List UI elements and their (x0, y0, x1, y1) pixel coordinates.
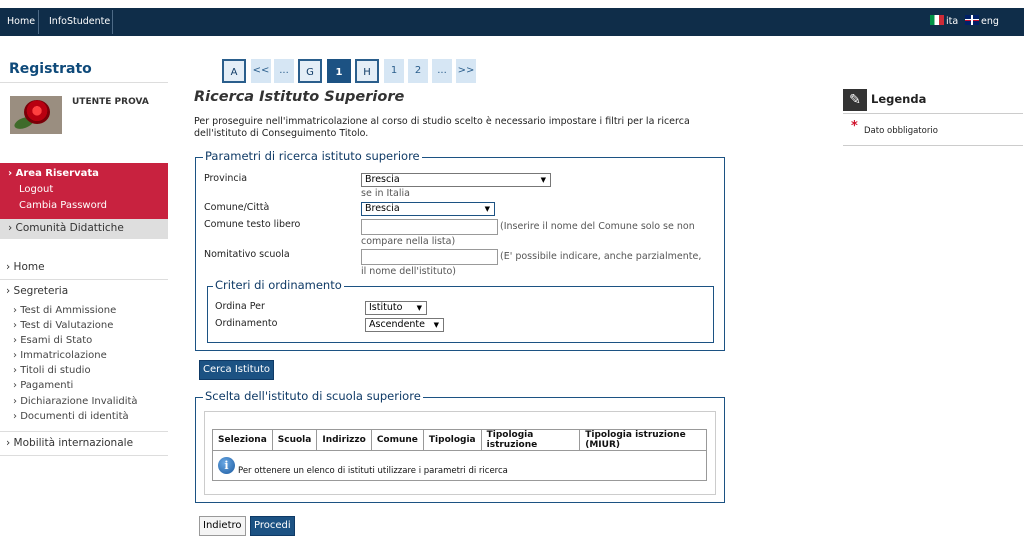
ordina-per-value: Istituto (369, 302, 403, 313)
sidebar-item-mobilita[interactable]: › Mobilità internazionale (6, 437, 133, 449)
ordina-per-label: Ordina Per (215, 301, 265, 312)
nav-separator (38, 10, 39, 34)
comune-value: Brescia (365, 203, 400, 214)
column-header: Scuola (271, 429, 318, 451)
column-header: Tipologia (422, 429, 482, 451)
logout-link[interactable]: Logout (19, 184, 53, 195)
pager-item-1[interactable]: 1 (384, 59, 404, 83)
ordina-per-select[interactable]: Istituto ▼ (365, 301, 427, 315)
italy-flag-icon (930, 15, 944, 25)
dropdown-arrow-icon: ▼ (540, 176, 546, 184)
divider (0, 455, 168, 456)
ordinamento-fieldset (207, 286, 714, 343)
avatar (10, 96, 62, 134)
comune-libero-label: Comune testo libero (204, 219, 301, 230)
sidebar-subitem-titoli-studio[interactable]: › Titoli di studio (13, 365, 91, 376)
sidebar-subitem-dichiarazione-invalidita[interactable]: › Dichiarazione Invalidità (13, 396, 138, 407)
nav-separator (112, 10, 113, 34)
divider (0, 431, 168, 432)
pager-prev[interactable]: << (251, 59, 271, 83)
ordinamento-legend: Criteri di ordinamento (213, 278, 344, 292)
pager-next[interactable]: >> (456, 59, 476, 83)
comune-libero-hint-2: compare nella lista) (361, 236, 456, 247)
nominativo-label: Nomitativo scuola (204, 249, 290, 260)
comune-libero-hint: (Inserire il nome del Comune solo se non (500, 221, 695, 232)
indietro-button[interactable]: Indietro (199, 516, 246, 536)
lang-en-link[interactable]: eng (965, 15, 999, 27)
divider (0, 82, 168, 83)
pager-ellipsis: ... (274, 59, 294, 83)
nav-infostudente-link[interactable]: InfoStudente (42, 8, 117, 36)
page-title: Ricerca Istituto Superiore (194, 89, 405, 105)
lang-it-label: ita (946, 16, 959, 27)
cerca-istituto-button[interactable]: Cerca Istituto (199, 360, 274, 380)
lang-it-link[interactable]: ita (930, 15, 958, 27)
sidebar-subitem-test-valutazione[interactable]: › Test di Valutazione (13, 320, 113, 331)
empty-message: Per ottenere un elenco di istituti utili… (238, 466, 508, 476)
pager-item-h[interactable]: H (355, 59, 379, 83)
pager-item-2[interactable]: 2 (408, 59, 428, 83)
legend-required-text: Dato obbligatorio (864, 126, 938, 136)
required-star-icon: * (851, 119, 858, 134)
top-navbar: Home InfoStudente ita eng (0, 0, 1024, 36)
legend-title: Legenda (871, 92, 927, 106)
sidebar-title: Registrato (9, 61, 92, 77)
divider (0, 279, 168, 280)
nav-home-link[interactable]: Home (0, 8, 42, 36)
results-table: Seleziona Scuola Indirizzo Comune Tipolo… (212, 429, 707, 451)
nominativo-input[interactable] (361, 249, 498, 265)
area-riservata-link[interactable]: › Area Riservata (8, 168, 99, 179)
pager-item-g[interactable]: G (298, 59, 322, 83)
column-header: Seleziona (212, 429, 273, 451)
column-header: Comune (370, 429, 424, 451)
sidebar-subitem-immatricolazione[interactable]: › Immatricolazione (13, 350, 107, 361)
provincia-value: Brescia (365, 174, 400, 185)
user-name: UTENTE PROVA (72, 97, 149, 107)
dropdown-arrow-icon: ▼ (433, 321, 439, 329)
pager-current[interactable]: 1 (327, 59, 351, 83)
provincia-select[interactable]: Brescia ▼ (361, 173, 551, 187)
lang-en-label: eng (981, 16, 999, 27)
sidebar: Registrato UTENTE PROVA › Area Riservata… (0, 36, 168, 540)
area-riservata-menu: › Area Riservata Logout Cambia Password (0, 163, 168, 219)
sidebar-subitem-documenti-identita[interactable]: › Documenti di identità (13, 411, 129, 422)
results-legend: Scelta dell'istituto di scuola superiore (203, 389, 423, 403)
column-header: Indirizzo (316, 429, 372, 451)
ordinamento-value: Ascendente (369, 319, 426, 330)
comunita-didattiche-item[interactable]: › Comunità Didattiche (0, 219, 168, 239)
sidebar-subitem-esami-stato[interactable]: › Esami di Stato (13, 335, 92, 346)
sidebar-subitem-pagamenti[interactable]: › Pagamenti (13, 380, 73, 391)
pager-ellipsis: ... (432, 59, 452, 83)
ordinamento-select[interactable]: Ascendente ▼ (365, 318, 444, 332)
column-header: Tipologia istruzione (MIUR) (579, 429, 707, 451)
comune-label: Comune/Città (204, 202, 270, 213)
divider (843, 113, 1023, 114)
params-legend: Parametri di ricerca istituto superiore (203, 149, 422, 163)
sidebar-item-home[interactable]: › Home (6, 261, 45, 273)
sidebar-subitem-test-ammissione[interactable]: › Test di Ammissione (13, 305, 116, 316)
nominativo-hint-2: il nome dell'istituto) (361, 266, 456, 277)
nominativo-hint: (E' possibile indicare, anche parzialmen… (500, 251, 702, 262)
ordinamento-label: Ordinamento (215, 318, 278, 329)
pin-icon: ✎ (843, 89, 867, 111)
dropdown-arrow-icon: ▼ (484, 205, 490, 213)
procedi-button[interactable]: Procedi (250, 516, 295, 536)
cambia-password-link[interactable]: Cambia Password (19, 200, 107, 211)
column-header: Tipologia istruzione (480, 429, 581, 451)
table-header-row: Seleziona Scuola Indirizzo Comune Tipolo… (212, 429, 707, 451)
sidebar-item-segreteria[interactable]: › Segreteria (6, 285, 68, 297)
pager-item-a[interactable]: A (222, 59, 246, 83)
provincia-note: se in Italia (361, 188, 410, 199)
comune-libero-input[interactable] (361, 219, 498, 235)
divider (843, 145, 1023, 146)
provincia-label: Provincia (204, 173, 248, 184)
comunita-label: Comunità Didattiche (15, 222, 124, 234)
info-icon: i (218, 457, 235, 474)
intro-text: Per proseguire nell'immatricolazione al … (194, 116, 690, 139)
comune-select[interactable]: Brescia ▼ (361, 202, 495, 216)
uk-flag-icon (965, 15, 979, 25)
dropdown-arrow-icon: ▼ (416, 304, 422, 312)
